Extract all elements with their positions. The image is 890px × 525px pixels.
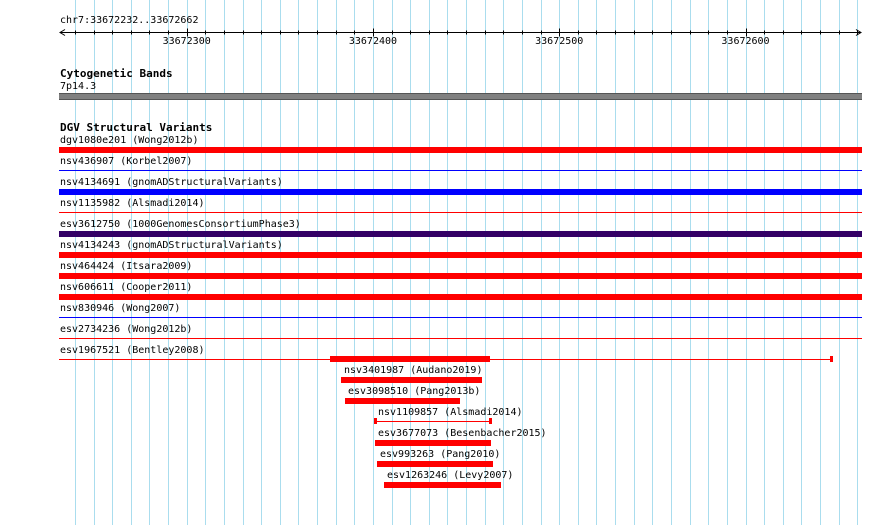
variant-label[interactable]: nsv464424 (Itsara2009) (60, 261, 192, 273)
variant-bar[interactable] (384, 482, 501, 488)
variant-label[interactable]: esv3098510 (Pang2013b) (348, 386, 480, 398)
ruler-tick-label: 33672500 (535, 36, 583, 47)
variant-label[interactable]: esv993263 (Pang2010) (380, 449, 500, 461)
genome-browser-view: chr7:33672232..33672662 33672300 33672400… (0, 0, 890, 525)
variant-label[interactable]: esv1263246 (Levy2007) (387, 470, 513, 482)
variant-line[interactable] (59, 170, 862, 171)
variant-label[interactable]: nsv606611 (Cooper2011) (60, 282, 192, 294)
variant-bar[interactable] (345, 398, 460, 404)
ruler-tick-label: 33672600 (721, 36, 769, 47)
variant-bar[interactable] (59, 252, 862, 258)
variant-label[interactable]: nsv436907 (Korbel2007) (60, 156, 192, 168)
variant-bar[interactable] (59, 147, 862, 153)
variant-label[interactable]: nsv830946 (Wong2007) (60, 303, 180, 315)
variant-label[interactable]: nsv1135982 (Alsmadi2014) (60, 198, 205, 210)
coordinate-ruler: 33672300 33672400 33672500 33672600 (59, 28, 862, 47)
variant-line[interactable] (59, 338, 862, 339)
variant-bar[interactable] (375, 440, 491, 446)
variant-label[interactable]: nsv4134691 (gnomADStructuralVariants) (60, 177, 283, 189)
cytoband-bar[interactable] (59, 93, 862, 100)
variant-bar[interactable] (59, 294, 862, 300)
variant-bar[interactable] (59, 231, 862, 237)
cytoband-track-title: Cytogenetic Bands (60, 67, 173, 80)
variant-label[interactable]: esv3612750 (1000GenomesConsortiumPhase3) (60, 219, 301, 231)
variant-line[interactable] (59, 212, 862, 213)
cytoband-label[interactable]: 7p14.3 (60, 81, 96, 93)
variant-label[interactable]: nsv3401987 (Audano2019) (344, 365, 482, 377)
variant-label[interactable]: esv1967521 (Bentley2008) (60, 345, 205, 357)
variant-label[interactable]: nsv1109857 (Alsmadi2014) (378, 407, 523, 419)
variant-line[interactable] (375, 421, 491, 422)
variant-bar[interactable] (59, 189, 862, 195)
variant-label[interactable]: esv2734236 (Wong2012b) (60, 324, 192, 336)
variant-label[interactable]: nsv4134243 (gnomADStructuralVariants) (60, 240, 283, 252)
variant-bar[interactable] (59, 273, 862, 279)
variant-label[interactable]: esv3677073 (Besenbacher2015) (378, 428, 547, 440)
variant-bar[interactable] (330, 356, 490, 362)
variant-bar[interactable] (341, 377, 482, 383)
variant-line[interactable] (59, 317, 862, 318)
variant-label[interactable]: dgv1080e201 (Wong2012b) (60, 135, 198, 147)
ruler-tick-label: 33672400 (349, 36, 397, 47)
dgv-track-title: DGV Structural Variants (60, 121, 213, 134)
ruler-tick-label: 33672300 (163, 36, 211, 47)
variant-bar[interactable] (377, 461, 493, 467)
